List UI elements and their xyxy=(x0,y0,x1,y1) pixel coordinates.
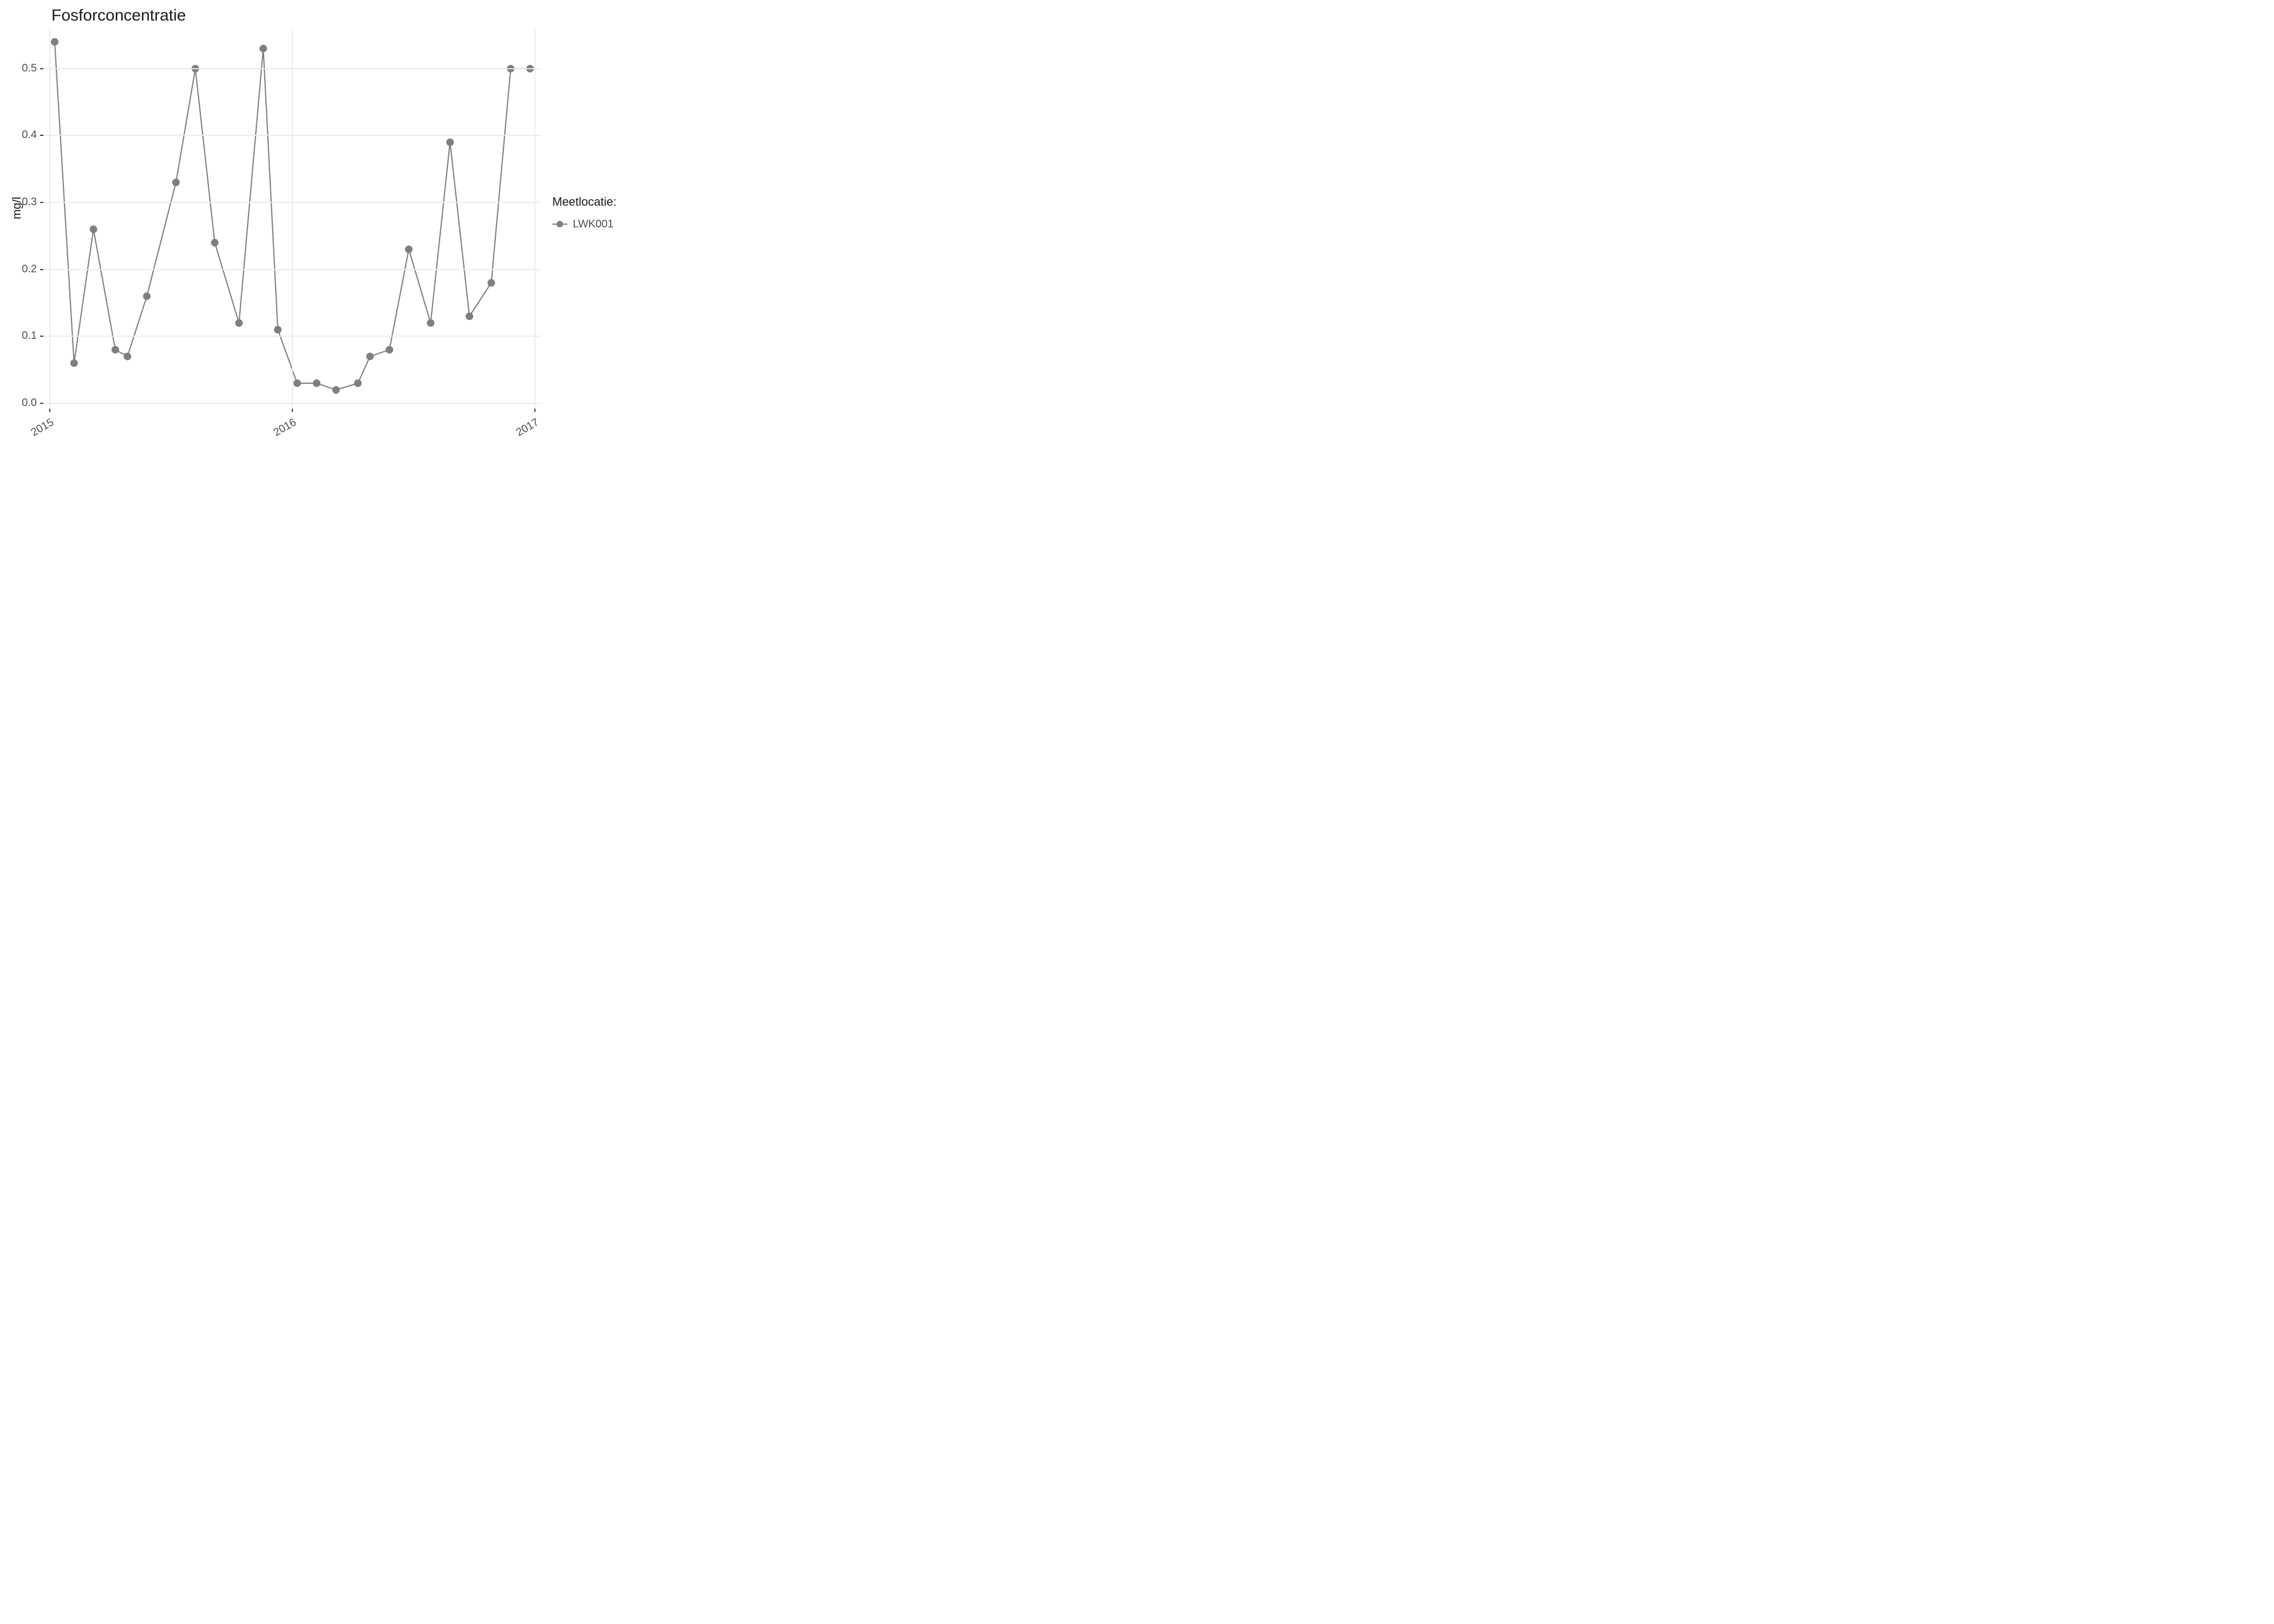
gridline-vertical xyxy=(292,30,293,409)
data-point xyxy=(70,359,78,367)
gridline-horizontal xyxy=(43,403,541,404)
chart-container: Fosforconcentratie mg/l Meetlocatie: LWK… xyxy=(0,0,650,464)
legend: Meetlocatie: LWK001 xyxy=(552,195,617,232)
data-point xyxy=(123,352,131,360)
data-point xyxy=(172,179,180,186)
legend-item-label: LWK001 xyxy=(573,218,613,231)
gridline-horizontal xyxy=(43,68,541,69)
legend-title: Meetlocatie: xyxy=(552,195,617,209)
data-point xyxy=(293,379,301,387)
legend-swatch-icon xyxy=(552,217,567,232)
y-tick-mark xyxy=(40,403,43,404)
gridline-horizontal xyxy=(43,336,541,337)
data-point xyxy=(405,246,413,253)
chart-title: Fosforconcentratie xyxy=(51,6,186,25)
data-point xyxy=(259,45,267,53)
data-point xyxy=(427,319,434,327)
legend-item: LWK001 xyxy=(552,217,617,232)
data-point xyxy=(385,346,393,353)
data-point xyxy=(366,352,374,360)
y-tick-label: 0.0 xyxy=(0,397,37,409)
x-tick-label: 2015 xyxy=(27,416,56,441)
data-point xyxy=(332,386,340,394)
y-tick-label: 0.2 xyxy=(0,263,37,276)
data-point xyxy=(446,139,454,146)
gridline-horizontal xyxy=(43,202,541,203)
y-tick-label: 0.3 xyxy=(0,196,37,208)
y-tick-mark xyxy=(40,269,43,270)
data-point xyxy=(313,379,321,387)
x-tick-mark xyxy=(49,409,50,412)
data-point xyxy=(235,319,243,327)
x-tick-mark xyxy=(534,409,535,412)
x-tick-label: 2016 xyxy=(269,416,299,441)
data-point xyxy=(487,279,495,286)
y-tick-mark xyxy=(40,336,43,337)
x-tick-label: 2017 xyxy=(512,416,541,441)
data-point xyxy=(354,379,362,387)
x-tick-mark xyxy=(292,409,293,412)
y-tick-label: 0.4 xyxy=(0,129,37,141)
gridline-horizontal xyxy=(43,269,541,270)
data-point xyxy=(274,326,282,333)
y-tick-mark xyxy=(40,68,43,69)
data-point xyxy=(51,38,58,45)
y-tick-mark xyxy=(40,135,43,136)
gridline-vertical xyxy=(49,30,50,409)
data-point xyxy=(211,239,219,246)
y-tick-label: 0.1 xyxy=(0,330,37,342)
gridline-vertical xyxy=(534,30,535,409)
data-point xyxy=(112,346,119,353)
data-point xyxy=(466,312,473,320)
data-point xyxy=(143,292,151,300)
gridline-horizontal xyxy=(43,135,541,136)
y-tick-mark xyxy=(40,202,43,203)
plot-panel xyxy=(43,30,541,409)
data-point xyxy=(90,226,97,233)
y-tick-label: 0.5 xyxy=(0,62,37,75)
